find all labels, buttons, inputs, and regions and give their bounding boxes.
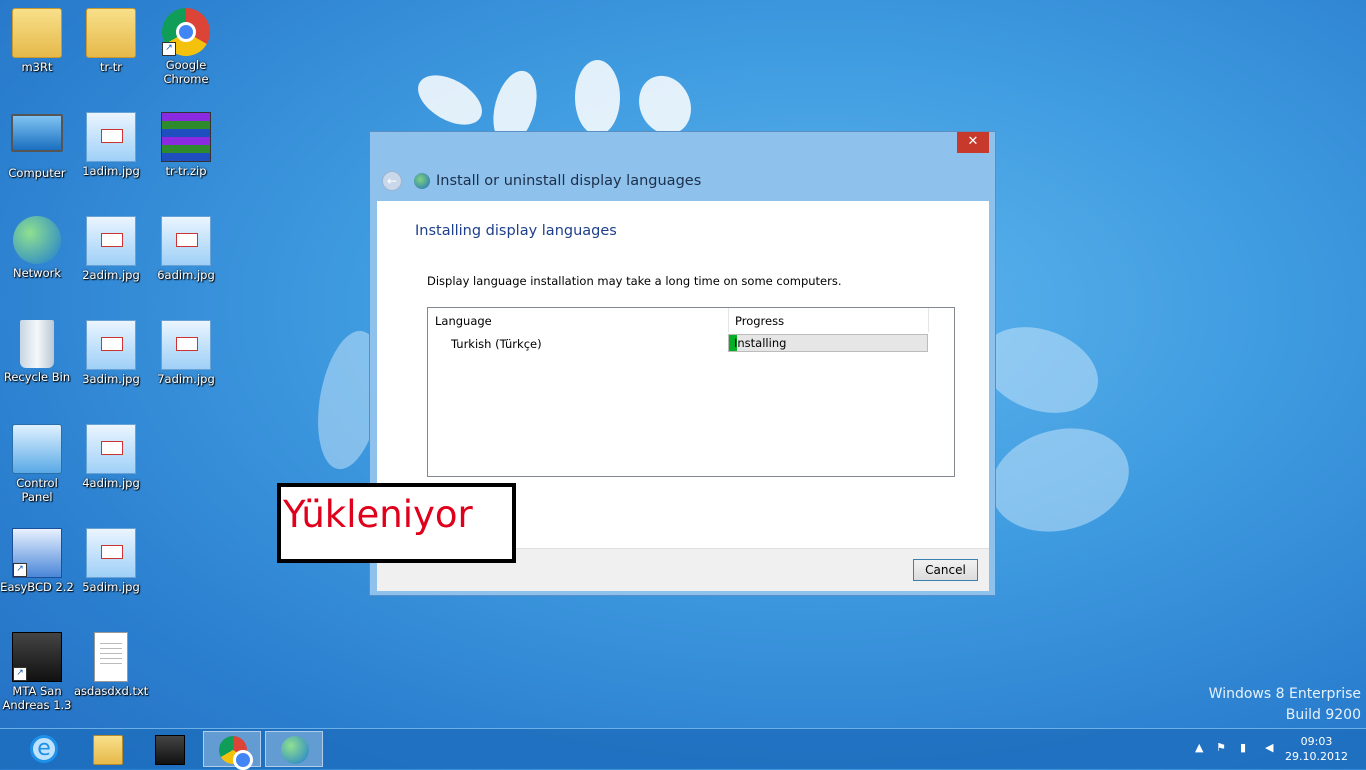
desktop-icon-label: MTA San Andreas 1.3 [2, 684, 72, 712]
install-progress-bar: Installing [728, 334, 928, 352]
close-button[interactable]: ✕ [957, 132, 989, 153]
dialog-header: ← Install or uninstall display languages [382, 170, 701, 192]
desktop-icon-label: 4adim.jpg [82, 476, 140, 490]
file-explorer-icon [93, 735, 123, 765]
taskbar-language-settings[interactable] [265, 731, 323, 767]
taskbar-internet-explorer[interactable]: e [15, 731, 73, 767]
desktop-icon-label: 5adim.jpg [82, 580, 140, 594]
action-center-flag-icon[interactable]: ⚑ [1216, 741, 1226, 754]
desktop-icon-label: m3Rt [21, 60, 53, 74]
desktop-icon-tr-tr-zip[interactable]: tr-tr.zip [149, 112, 223, 178]
column-header-progress[interactable]: Progress [735, 314, 784, 328]
text-file-icon [94, 632, 128, 682]
desktop-icon-label: asdasdxd.txt [74, 684, 149, 698]
back-arrow-icon[interactable]: ← [382, 171, 402, 191]
desktop-icon-tr-tr[interactable]: tr-tr [74, 8, 148, 74]
desktop-icon-label: 7adim.jpg [157, 372, 215, 386]
desktop-icon-computer[interactable]: Computer [0, 114, 74, 180]
language-list: Language Progress Turkish (Türkçe) Insta… [427, 307, 955, 477]
desktop-icon-label: Network [12, 266, 62, 280]
desktop-icon-1adim[interactable]: 1adim.jpg [74, 112, 148, 178]
taskbar-google-chrome[interactable] [203, 731, 261, 770]
desktop-icon-label: tr-tr.zip [165, 164, 207, 178]
mta-san-andreas-icon: ↗ [12, 632, 62, 682]
image-file-icon [86, 112, 136, 162]
image-file-icon [161, 216, 211, 266]
taskbar: e ▲ ⚑ ▮ ◀ 09:03 29.10.2012 [0, 728, 1366, 770]
language-row-name: Turkish (Türkçe) [451, 337, 542, 351]
shortcut-arrow-icon: ↗ [162, 42, 176, 56]
image-file-icon [86, 528, 136, 578]
desktop-icon-label: Google Chrome [163, 58, 209, 86]
desktop-icon-label: Recycle Bin [3, 370, 71, 384]
clock-date: 29.10.2012 [1285, 750, 1348, 763]
wallpaper-petal [409, 65, 491, 135]
watermark-edition: Windows 8 Enterprise [1208, 686, 1361, 702]
desktop-icon-label: EasyBCD 2.2 [0, 580, 74, 594]
internet-explorer-icon: e [30, 735, 58, 763]
desktop-icon-google-chrome[interactable]: ↗ Google Chrome [149, 8, 223, 86]
shortcut-arrow-icon: ↗ [13, 563, 27, 577]
show-hidden-icons-arrow-icon[interactable]: ▲ [1195, 741, 1203, 754]
language-globe-icon [281, 736, 309, 764]
desktop-icon-label: 2adim.jpg [82, 268, 140, 282]
desktop-icon-4adim[interactable]: 4adim.jpg [74, 424, 148, 490]
computer-icon [11, 114, 63, 152]
desktop-icon-6adim[interactable]: 6adim.jpg [149, 216, 223, 282]
desktop-icon-label: tr-tr [100, 60, 122, 74]
taskbar-file-explorer[interactable] [78, 731, 136, 767]
desktop-icon-asdasdxd[interactable]: asdasdxd.txt [74, 632, 148, 698]
desktop-icon-3adim[interactable]: 3adim.jpg [74, 320, 148, 386]
clock-time: 09:03 [1300, 735, 1333, 748]
chrome-icon: ↗ [162, 8, 210, 56]
cancel-button[interactable]: Cancel [913, 559, 978, 581]
desktop-icon-5adim[interactable]: 5adim.jpg [74, 528, 148, 594]
wallpaper-petal [575, 60, 620, 135]
desktop-icon-label: Control Panel [16, 476, 58, 504]
user-folder-icon [12, 8, 62, 58]
windows-watermark: Windows 8 Enterprise Build 9200 [1209, 684, 1361, 726]
desktop-icon-control-panel[interactable]: Control Panel [0, 424, 74, 504]
column-separator [928, 308, 929, 332]
network-signal-icon[interactable]: ▮ [1240, 741, 1246, 754]
desktop-icon-2adim[interactable]: 2adim.jpg [74, 216, 148, 282]
easybcd-icon: ↗ [12, 528, 62, 578]
desktop-icon-7adim[interactable]: 7adim.jpg [149, 320, 223, 386]
desktop-icon-label: 6adim.jpg [157, 268, 215, 282]
image-file-icon [161, 320, 211, 370]
desktop-icon-mta-san-andreas[interactable]: ↗ MTA San Andreas 1.3 [0, 632, 74, 712]
zip-archive-icon [161, 112, 211, 162]
control-panel-icon [12, 424, 62, 474]
desktop-icon-label: 1adim.jpg [82, 164, 140, 178]
taskbar-mta-san-andreas[interactable] [140, 731, 198, 767]
mta-san-andreas-icon [155, 735, 185, 765]
progress-status: Installing [734, 336, 787, 350]
annotation-box: Yükleniyor [277, 483, 516, 563]
network-icon [13, 216, 61, 264]
desktop-icon-easybcd[interactable]: ↗ EasyBCD 2.2 [0, 528, 74, 594]
desktop-icon-label: Computer [8, 166, 66, 180]
image-file-icon [86, 216, 136, 266]
system-clock[interactable]: 09:03 29.10.2012 [1285, 734, 1348, 764]
chrome-icon [219, 736, 253, 770]
desktop-icon-recycle-bin[interactable]: Recycle Bin [0, 320, 74, 384]
folder-icon [86, 8, 136, 58]
image-file-icon [86, 424, 136, 474]
volume-speaker-icon[interactable]: ◀ [1265, 741, 1273, 754]
language-globe-icon [414, 173, 430, 189]
column-separator [728, 308, 729, 332]
recycle-bin-icon [20, 320, 54, 368]
desktop-icon-m3rt[interactable]: m3Rt [0, 8, 74, 74]
desktop-icon-network[interactable]: Network [0, 216, 74, 280]
shortcut-arrow-icon: ↗ [13, 667, 27, 681]
image-file-icon [86, 320, 136, 370]
info-text: Display language installation may take a… [427, 274, 842, 288]
column-header-language[interactable]: Language [435, 314, 492, 328]
annotation-text: Yükleniyor [283, 493, 473, 536]
desktop-icon-label: 3adim.jpg [82, 372, 140, 386]
watermark-build: Build 9200 [1285, 707, 1361, 723]
dialog-title: Install or uninstall display languages [436, 173, 702, 189]
wallpaper-petal [979, 413, 1141, 547]
page-heading: Installing display languages [415, 223, 617, 239]
